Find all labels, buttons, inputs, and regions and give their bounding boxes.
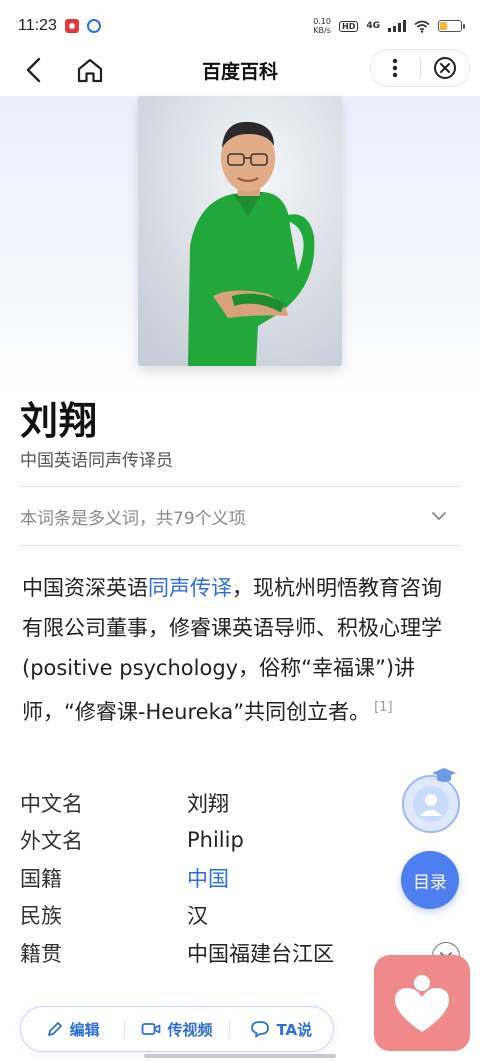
entry-subtitle: 中国英语同声传译员 <box>20 451 173 471</box>
entry-summary: 中国资深英语同声传译，现杭州明悟教育咨询有限公司董事，修睿课英语导师、积极心理学… <box>22 568 462 732</box>
reference-link[interactable]: [1] <box>374 700 392 715</box>
info-key: 民族 <box>20 904 62 929</box>
notification-baidu-icon <box>86 19 101 33</box>
info-row: 民族 汉 <box>20 897 380 935</box>
net-speed-value: 0.10 <box>313 17 331 26</box>
notification-app-icon <box>64 19 79 33</box>
person-photo <box>138 96 342 366</box>
signal-icon <box>388 20 406 32</box>
battery-icon <box>438 20 465 32</box>
summary-text-1: 中国资深英语 <box>22 576 148 600</box>
net-speed-unit: KB/s <box>313 26 331 35</box>
more-vertical-icon <box>393 58 398 78</box>
info-value-link[interactable]: 中国 <box>187 863 229 893</box>
polysemy-note: 本词条是多义词，共79个义项 <box>20 508 246 529</box>
net-speed: 0.10 KB/s <box>313 17 331 35</box>
chat-bubble-icon <box>251 1021 270 1038</box>
mini-program-capsule <box>370 49 470 87</box>
close-button[interactable] <box>421 50 470 86</box>
bottom-action-bar: 编辑 传视频 TA说 <box>20 1006 334 1052</box>
toc-button[interactable]: 目录 <box>401 851 459 909</box>
home-indicator <box>144 1054 336 1058</box>
info-key: 外文名 <box>20 829 83 854</box>
ta-comment-label: TA说 <box>276 1020 313 1039</box>
battery-fill <box>440 22 447 30</box>
info-key: 籍贯 <box>20 941 62 966</box>
pencil-icon <box>47 1022 62 1036</box>
avatar-icon <box>413 786 449 822</box>
heart-person-icon <box>395 975 449 1032</box>
divider-top <box>20 486 460 487</box>
heart-app-button[interactable] <box>374 955 470 1051</box>
portrait-image[interactable] <box>138 96 342 366</box>
upload-video-button[interactable]: 传视频 <box>125 1019 228 1040</box>
status-time: 11:23 <box>18 17 57 34</box>
close-circle-icon <box>433 57 456 79</box>
info-key: 国籍 <box>20 866 62 891</box>
info-row: 中文名 刘翔 <box>20 784 380 822</box>
polysemy-selector[interactable]: 本词条是多义词，共79个义项 <box>20 496 460 536</box>
edit-label: 编辑 <box>69 1020 100 1039</box>
info-value: 汉 <box>187 904 208 929</box>
ta-comment-button[interactable]: TA说 <box>230 1019 333 1040</box>
back-button[interactable] <box>12 48 56 92</box>
wifi-icon <box>414 20 430 33</box>
graduation-cap-icon <box>432 768 456 782</box>
info-row: 外文名 Philip <box>20 822 380 860</box>
chevron-down-icon <box>432 511 446 520</box>
infobox: 中文名 刘翔 外文名 Philip 国籍 中国 民族 汉 籍贯 中国福建台江区 <box>20 784 380 972</box>
entry-title: 刘翔 <box>20 399 99 443</box>
video-camera-icon <box>142 1023 161 1035</box>
divider-bottom <box>20 545 460 546</box>
info-row: 籍贯 中国福建台江区 <box>20 934 380 972</box>
summary-link-simultaneous-interpretation[interactable]: 同声传译 <box>148 576 232 600</box>
more-button[interactable] <box>371 50 420 86</box>
hd-badge: HD <box>339 20 359 32</box>
status-indicators: 0.10 KB/s HD 4G <box>313 17 465 35</box>
home-icon <box>77 58 103 83</box>
info-value: Philip <box>187 828 244 853</box>
network-label: 4G <box>366 21 380 31</box>
nav-bar: 百度百科 <box>0 44 480 96</box>
edit-button[interactable]: 编辑 <box>21 1019 124 1040</box>
info-key: 中文名 <box>20 791 83 816</box>
upload-video-label: 传视频 <box>167 1020 213 1039</box>
info-value: 刘翔 <box>187 791 229 816</box>
info-row: 国籍 中国 <box>20 859 380 897</box>
chevron-left-icon <box>26 57 41 83</box>
info-value: 中国福建台江区 <box>187 941 334 966</box>
home-button[interactable] <box>68 48 112 92</box>
